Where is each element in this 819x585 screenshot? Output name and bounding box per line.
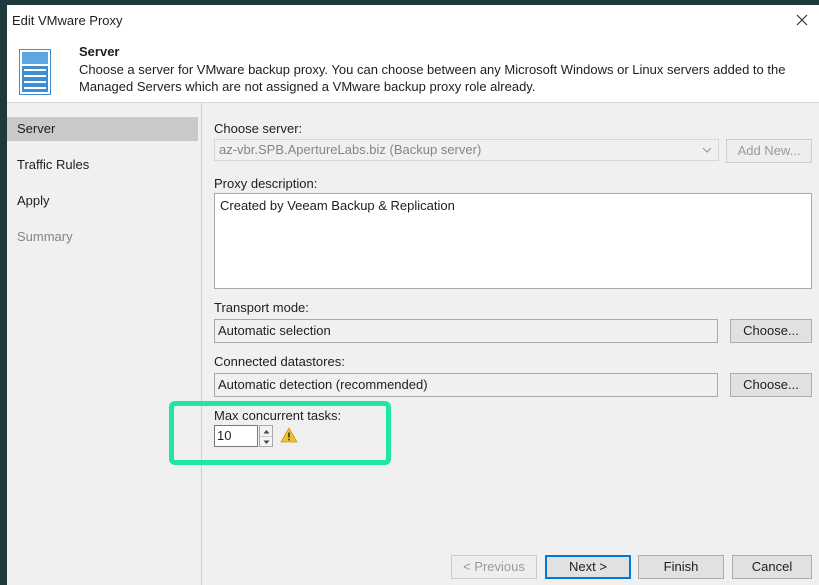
transport-mode-field: Automatic selection — [214, 319, 718, 343]
chevron-down-icon — [702, 147, 712, 153]
proxy-description-textarea[interactable]: Created by Veeam Backup & Replication — [214, 193, 812, 289]
step-apply[interactable]: Apply — [7, 189, 198, 213]
add-new-button: Add New... — [726, 139, 812, 163]
transport-mode-choose-button[interactable]: Choose... — [730, 319, 812, 343]
transport-mode-label: Transport mode: — [214, 300, 309, 315]
datastores-choose-button[interactable]: Choose... — [730, 373, 812, 397]
finish-button[interactable]: Finish — [638, 555, 724, 579]
title-bar: Edit VMware Proxy — [7, 5, 819, 37]
close-button[interactable] — [789, 8, 815, 32]
wizard-steps: Server Traffic Rules Apply Summary — [7, 103, 201, 585]
header-description: Choose a server for VMware backup proxy.… — [79, 62, 786, 94]
connected-datastores-field: Automatic detection (recommended) — [214, 373, 718, 397]
step-server[interactable]: Server — [7, 117, 198, 141]
window-title: Edit VMware Proxy — [12, 13, 123, 28]
choose-server-combobox[interactable]: az-vbr.SPB.ApertureLabs.biz (Backup serv… — [214, 139, 719, 161]
proxy-description-label: Proxy description: — [214, 176, 318, 191]
close-icon — [796, 14, 808, 26]
max-tasks-highlight-box — [169, 401, 391, 465]
step-traffic-rules[interactable]: Traffic Rules — [7, 153, 198, 177]
cancel-button[interactable]: Cancel — [732, 555, 812, 579]
proxy-description-value: Created by Veeam Backup & Replication — [220, 198, 455, 213]
wizard-header: Server Choose a server for VMware backup… — [7, 37, 819, 103]
next-button[interactable]: Next > — [545, 555, 631, 579]
transport-mode-value: Automatic selection — [218, 323, 331, 338]
edit-vmware-proxy-dialog: Edit VMware Proxy Server Choose a server… — [7, 5, 819, 585]
wizard-content: Choose server: az-vbr.SPB.ApertureLabs.b… — [202, 103, 819, 585]
connected-datastores-value: Automatic detection (recommended) — [218, 377, 428, 392]
header-title: Server — [79, 44, 120, 59]
previous-button: < Previous — [451, 555, 537, 579]
step-summary: Summary — [17, 229, 73, 244]
choose-server-value: az-vbr.SPB.ApertureLabs.biz (Backup serv… — [219, 142, 482, 157]
connected-datastores-label: Connected datastores: — [214, 354, 345, 369]
choose-server-label: Choose server: — [214, 121, 303, 136]
server-icon — [19, 49, 51, 95]
